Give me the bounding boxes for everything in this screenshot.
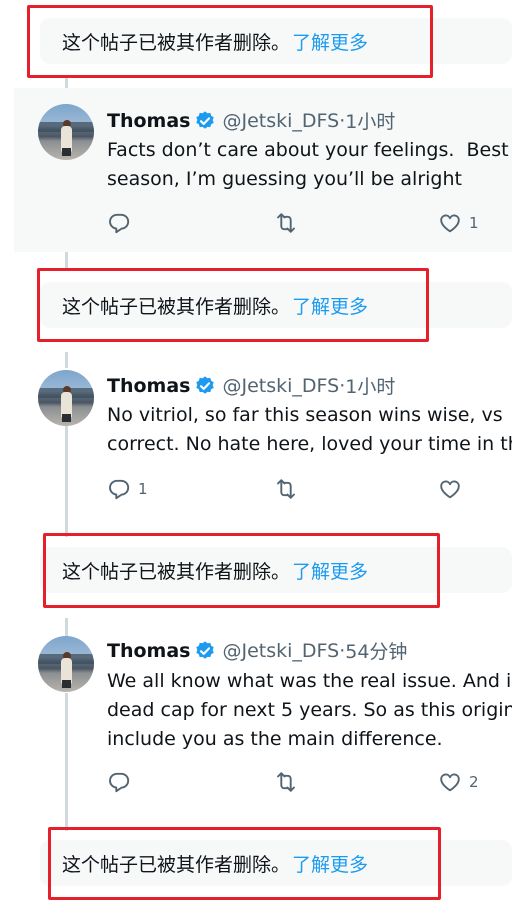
tweet-text-line: dead cap for next 5 years. So as this or…: [107, 699, 512, 721]
author-name[interactable]: Thomas: [107, 375, 190, 397]
deleted-notice-text: 这个帖子已被其作者删除。: [62, 295, 291, 318]
learn-more-link[interactable]: 了解更多: [292, 557, 368, 584]
deleted-post-notice: 这个帖子已被其作者删除。 了解更多: [40, 840, 512, 886]
reply-button[interactable]: 1: [107, 477, 148, 501]
tweet-text: No vitriol, so far this season wins wise…: [107, 401, 512, 459]
retweet-icon: [277, 479, 295, 499]
learn-more-link[interactable]: 了解更多: [292, 850, 368, 877]
reply-button[interactable]: [107, 211, 138, 235]
timestamp[interactable]: 1小时: [345, 107, 395, 134]
tweet-text-line: include you as the main difference.: [107, 728, 443, 750]
verified-badge-icon: [196, 640, 215, 659]
thread-line: [65, 618, 68, 636]
timestamp[interactable]: 1小时: [345, 372, 395, 399]
retweet-button[interactable]: [273, 770, 306, 794]
tweet-header: Thomas @Jetski_DFS · 1小时: [107, 372, 395, 399]
thread-line: [65, 693, 68, 831]
deleted-post-notice: 这个帖子已被其作者删除。 了解更多: [40, 18, 512, 64]
retweet-button[interactable]: [273, 211, 306, 235]
retweet-icon: [277, 772, 295, 792]
learn-more-link[interactable]: 了解更多: [292, 28, 368, 55]
reply-button[interactable]: [107, 770, 138, 794]
timestamp[interactable]: 54分钟: [345, 637, 407, 664]
like-count: 2: [469, 773, 479, 791]
deleted-notice-text: 这个帖子已被其作者删除。: [62, 853, 291, 876]
retweet-icon: [277, 213, 295, 233]
like-button[interactable]: 1: [438, 211, 479, 235]
avatar[interactable]: [38, 636, 94, 692]
tweet-text-line: season, I’m guessing you’ll be alright: [107, 168, 462, 190]
like-icon: [440, 214, 460, 233]
verified-badge-icon: [196, 375, 215, 394]
author-name[interactable]: Thomas: [107, 110, 190, 132]
like-icon: [440, 480, 460, 499]
retweet-button[interactable]: [273, 477, 306, 501]
avatar[interactable]: [38, 370, 94, 426]
tweet-header: Thomas @Jetski_DFS · 54分钟: [107, 637, 407, 664]
tweet-text-line: We all know what was the real issue. And…: [107, 670, 512, 692]
reply-icon: [109, 772, 130, 793]
author-name[interactable]: Thomas: [107, 640, 190, 662]
like-button[interactable]: 2: [438, 770, 479, 794]
reply-icon: [109, 213, 130, 234]
deleted-post-notice: 这个帖子已被其作者删除。 了解更多: [40, 547, 512, 593]
author-handle[interactable]: @Jetski_DFS: [222, 640, 339, 662]
tweet-text: Facts don’t care about your feelings. Be…: [107, 136, 509, 194]
thread-line: [65, 425, 68, 537]
tweet-text-line: correct. No hate here, loved your time i…: [107, 433, 512, 455]
like-count: 1: [469, 214, 479, 232]
reply-count: 1: [138, 480, 148, 498]
deleted-notice-text: 这个帖子已被其作者删除。: [62, 560, 291, 583]
thread-line: [65, 352, 68, 368]
author-handle[interactable]: @Jetski_DFS: [222, 375, 339, 397]
learn-more-link[interactable]: 了解更多: [292, 292, 368, 319]
author-handle[interactable]: @Jetski_DFS: [222, 110, 339, 132]
reply-icon: [109, 479, 130, 500]
tweet-text-line: Facts don’t care about your feelings. Be…: [107, 139, 509, 161]
verified-badge-icon: [196, 110, 215, 129]
tweet-header: Thomas @Jetski_DFS · 1小时: [107, 107, 395, 134]
avatar[interactable]: [38, 104, 94, 160]
tweet-text-line: No vitriol, so far this season wins wise…: [107, 404, 503, 426]
tweet-text: We all know what was the real issue. And…: [107, 667, 512, 754]
deleted-post-notice: 这个帖子已被其作者删除。 了解更多: [40, 282, 512, 328]
like-button[interactable]: [438, 477, 469, 501]
like-icon: [440, 773, 460, 792]
deleted-notice-text: 这个帖子已被其作者删除。: [62, 31, 291, 54]
